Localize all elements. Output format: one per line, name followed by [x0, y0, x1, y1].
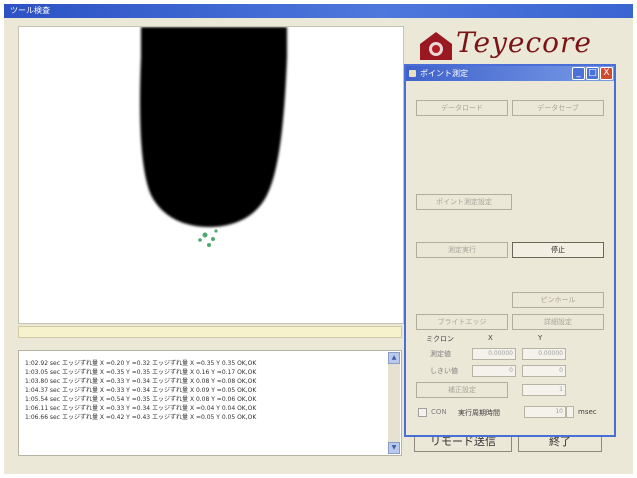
interval-spinner[interactable]	[566, 406, 574, 418]
data-load-button[interactable]: データロード	[416, 100, 508, 116]
log-line: 1:03.05 sec エッジずれ量 X =0.35 Y =0.35 エッジずれ…	[25, 369, 257, 376]
log-panel: 1:02.92 sec エッジずれ量 X =0.20 Y =0.32 エッジずれ…	[18, 350, 402, 456]
detail-setting-button[interactable]: 詳細設定	[512, 314, 604, 330]
y-column-header: Y	[538, 334, 543, 342]
interval-unit: msec	[578, 408, 597, 416]
log-scrollbar[interactable]: ▲ ▼	[388, 352, 400, 454]
measured-value-label: 測定値	[430, 350, 451, 358]
point-setting-button[interactable]: ポイント測定設定	[416, 194, 512, 210]
log-line: 1:06.11 sec エッジずれ量 X =0.33 Y =0.34 エッジずれ…	[25, 405, 257, 412]
log-line: 1:02.92 sec エッジずれ量 X =0.20 Y =0.32 エッジずれ…	[25, 360, 257, 367]
dialog-title: ポイント測定	[420, 69, 468, 78]
log-line: 1:03.80 sec エッジずれ量 X =0.33 Y =0.34 エッジずれ…	[25, 378, 257, 385]
data-save-button[interactable]: データセーブ	[512, 100, 604, 116]
x-column-header: X	[488, 334, 493, 342]
house-logo-icon	[420, 32, 452, 60]
interval-value-field[interactable]: 10	[524, 406, 566, 418]
logo-text: Teyecore	[456, 26, 592, 59]
log-line: 1:06.66 sec エッジずれ量 X =0.42 Y =0.43 エッジずれ…	[25, 414, 257, 421]
threshold-y-field[interactable]: 0	[522, 365, 566, 377]
bright-edge-button[interactable]: ブライトエッジ	[416, 314, 508, 330]
minimize-button[interactable]: _	[572, 67, 585, 80]
close-button[interactable]: X	[600, 67, 613, 80]
measure-run-button[interactable]: 測定実行	[416, 242, 508, 258]
log-line: 1:04.37 sec エッジずれ量 X =0.33 Y =0.34 エッジずれ…	[25, 387, 257, 394]
window-title: ツール検査	[10, 6, 50, 15]
main-window: ツール検査 1:02.92 sec エッジずれ量 X =0.20 Y =0.32	[4, 4, 633, 474]
status-bar	[18, 326, 402, 338]
threshold-label: しきい値	[430, 367, 458, 375]
micron-label: ミクロン	[426, 335, 454, 343]
maximize-button[interactable]: □	[586, 67, 599, 80]
stop-button[interactable]: 停止	[512, 242, 604, 258]
interval-label: 実行周期時間	[458, 409, 500, 417]
measured-y-field[interactable]: 0.00000	[522, 348, 566, 360]
log-line: 1:05.54 sec エッジずれ量 X =0.54 Y =0.35 エッジずれ…	[25, 396, 257, 403]
measured-x-field[interactable]: 0.00000	[472, 348, 516, 360]
dialog-app-icon	[409, 70, 416, 77]
con-checkbox-label: CON	[431, 408, 447, 416]
window-title-bar: ツール検査	[4, 4, 633, 18]
tool-silhouette-image	[140, 27, 287, 247]
log-lines: 1:02.92 sec エッジずれ量 X =0.20 Y =0.32 エッジずれ…	[25, 359, 385, 422]
pinhole-button[interactable]: ピンホール	[512, 292, 604, 308]
camera-view	[18, 26, 404, 324]
scroll-down-button[interactable]: ▼	[388, 442, 400, 454]
correction-value-field[interactable]: 1	[522, 384, 566, 396]
scroll-up-button[interactable]: ▲	[388, 352, 400, 364]
correction-setting-button[interactable]: 補正設定	[416, 382, 508, 398]
company-logo: Teyecore	[418, 26, 618, 66]
threshold-x-field[interactable]: 0	[472, 365, 516, 377]
con-checkbox[interactable]	[418, 408, 427, 417]
point-measure-dialog: ポイント測定 _ □ X データロード データセーブ ポイント測定設定 測定実行…	[404, 64, 616, 437]
dialog-title-bar: ポイント測定 _ □ X	[406, 66, 614, 81]
